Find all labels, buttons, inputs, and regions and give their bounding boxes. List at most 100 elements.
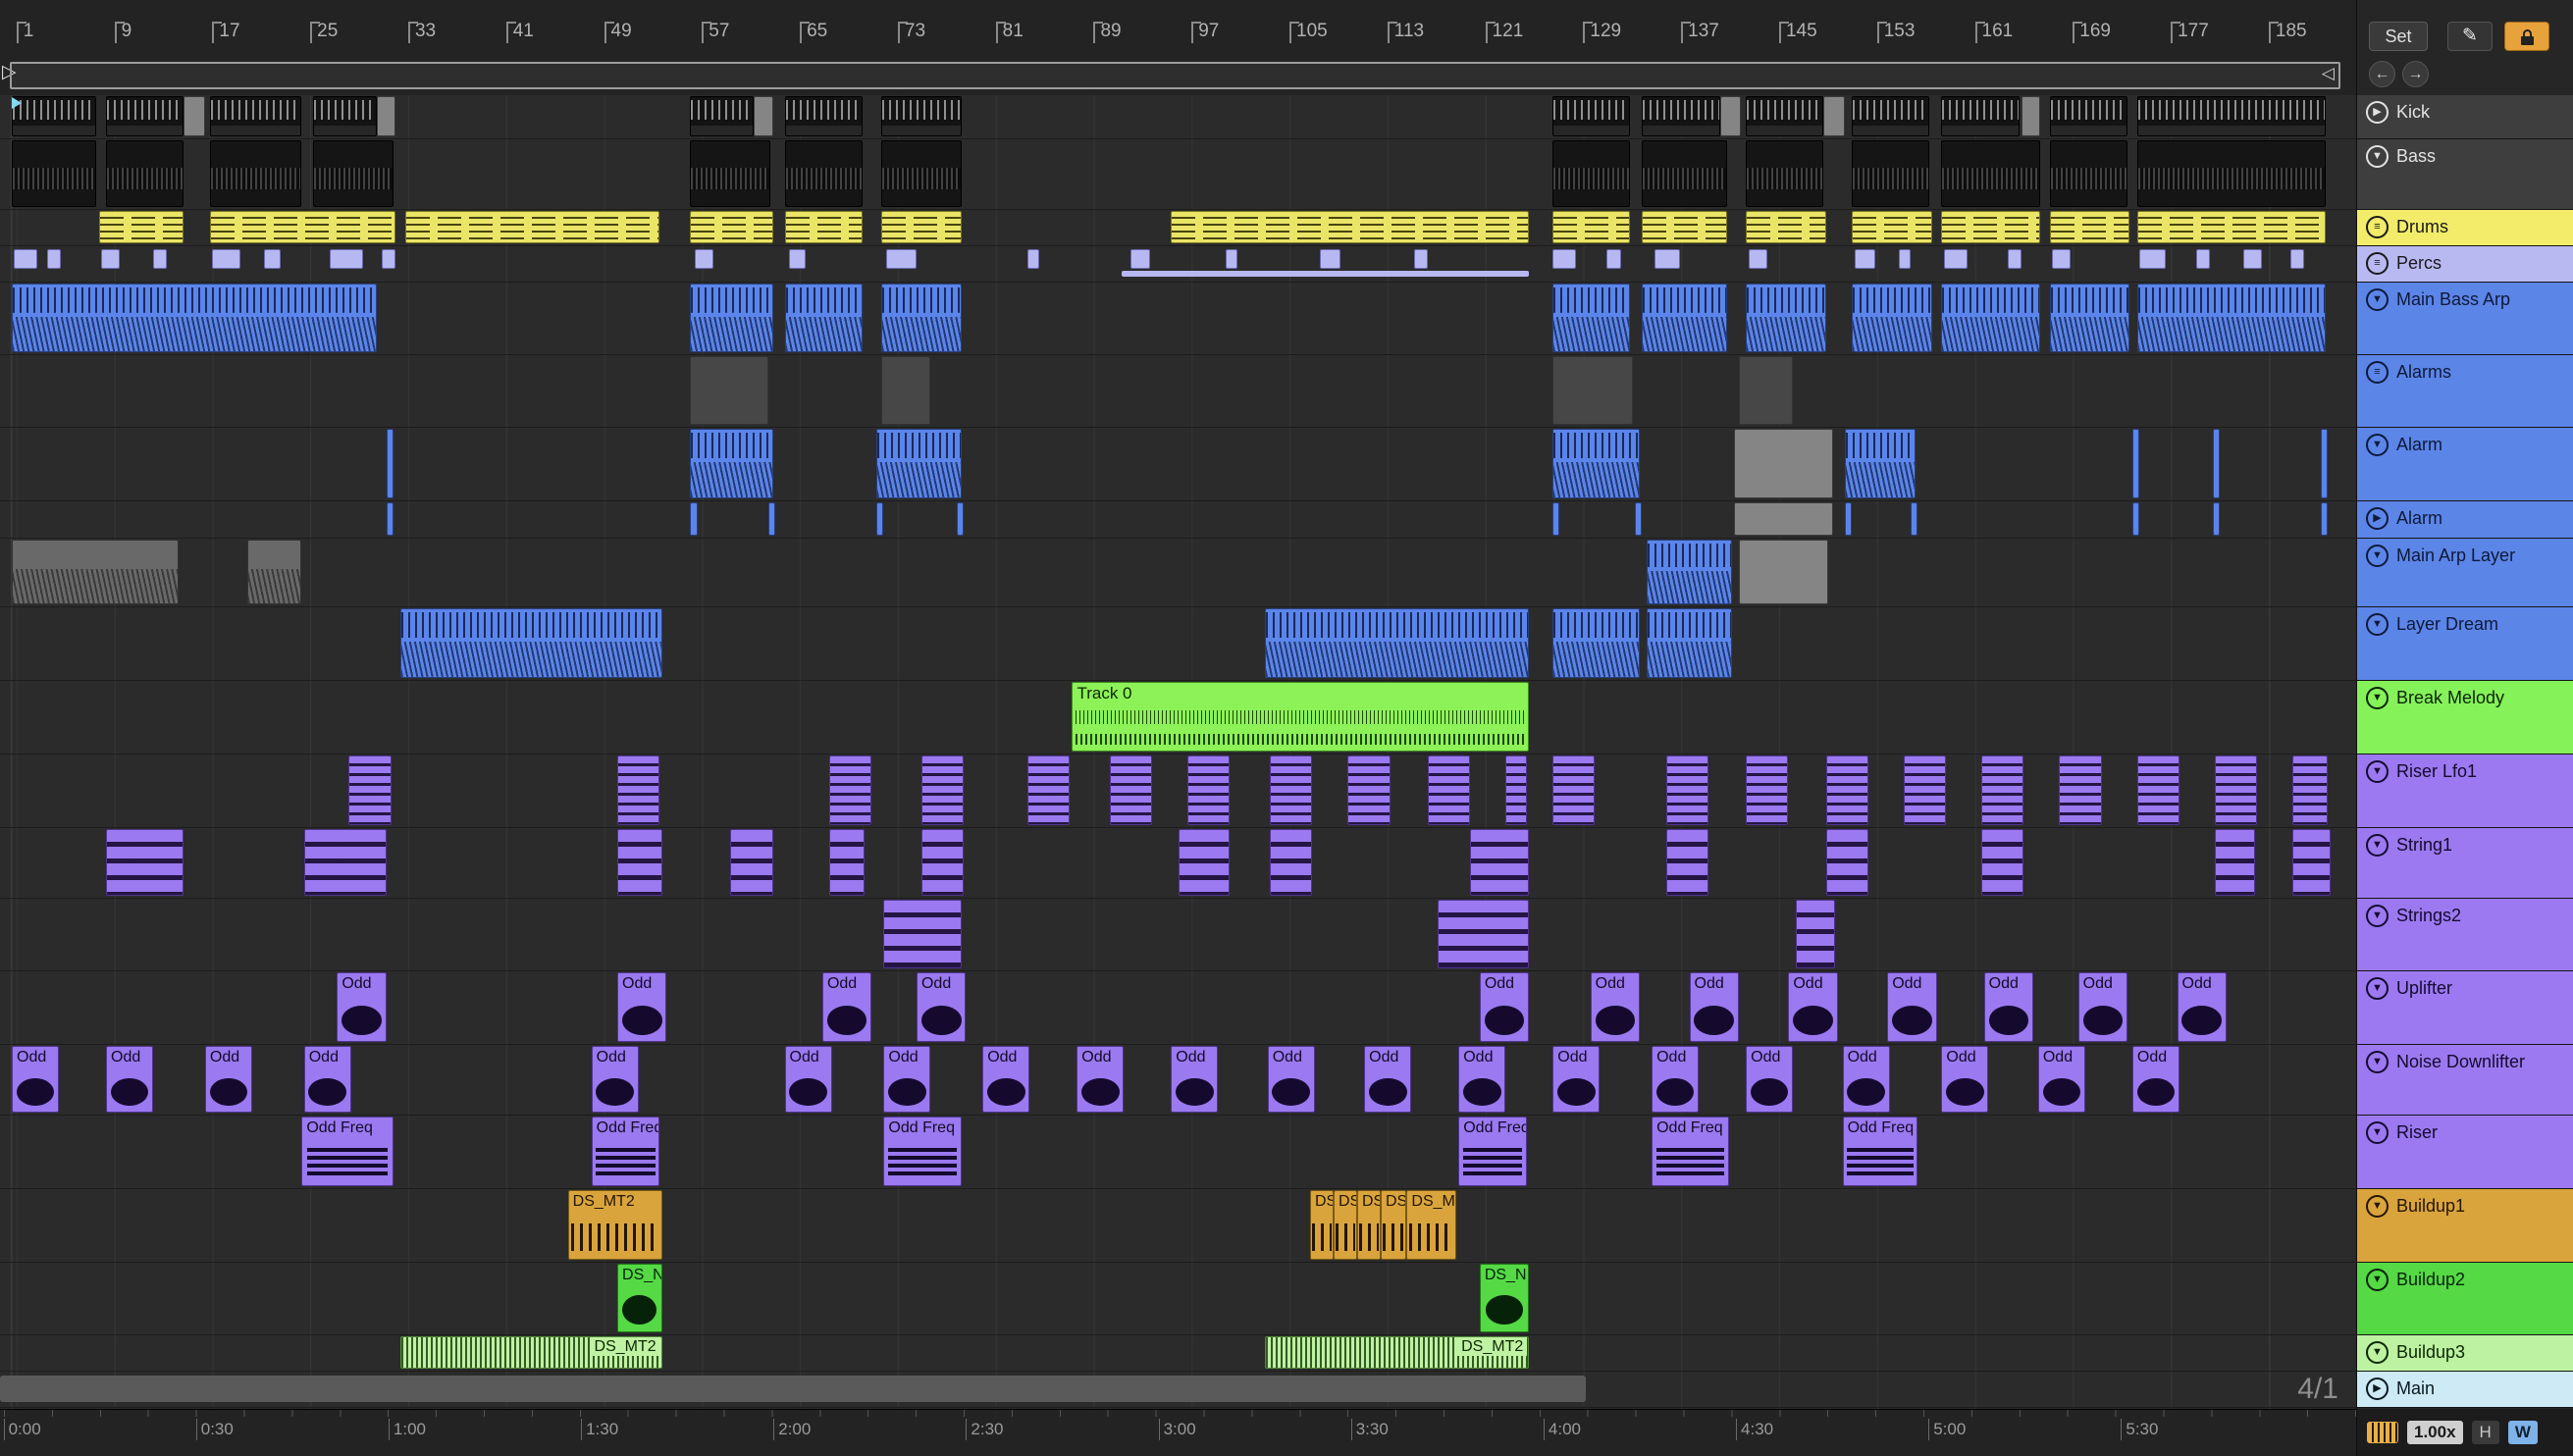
clip[interactable] [1746,96,1824,136]
clip[interactable]: Odd [337,972,387,1042]
clip[interactable]: Odd [1364,1046,1412,1113]
track-header-main[interactable]: ▶ Main [2357,1372,2573,1408]
clip[interactable] [1171,211,1530,243]
clip[interactable]: Odd [1788,972,1838,1042]
clip[interactable] [784,140,863,207]
clip[interactable] [2136,211,2326,243]
clip[interactable] [2136,755,2179,825]
clip[interactable] [1121,271,1530,277]
clip[interactable] [1319,249,1341,269]
clip[interactable]: Odd [204,1046,252,1113]
clip[interactable] [1748,249,1767,269]
clip[interactable]: Odd [591,1046,639,1113]
clip[interactable] [2136,140,2326,207]
clip[interactable]: Odd Freq [1458,1117,1527,1186]
track-fold-icon[interactable]: ▼ [2366,613,2389,636]
clip[interactable] [2292,829,2331,896]
clip[interactable] [1738,356,1794,425]
clip[interactable]: DS_MT2 [400,1336,662,1369]
clip[interactable] [1746,755,1789,825]
clip[interactable] [754,96,773,136]
track-fold-icon[interactable]: ▼ [2366,145,2389,168]
clip[interactable] [2139,249,2166,269]
clip[interactable] [1552,502,1560,536]
arrangement-overview[interactable]: ▷ ◁ [0,57,2356,95]
clip[interactable] [1470,829,1530,896]
clip[interactable] [1844,502,1853,536]
clip[interactable]: Odd [1552,1046,1601,1113]
clip[interactable]: DS_N [1479,1264,1530,1332]
track-header-uplifter[interactable]: ▼ Uplifter [2357,971,2573,1045]
clip[interactable] [690,96,755,136]
track-row-riser-lfo1[interactable] [0,754,2356,828]
clip[interactable] [330,249,363,269]
clip[interactable] [1270,829,1313,896]
clip[interactable]: Odd [784,1046,832,1113]
clip[interactable]: Odd Freq [591,1117,660,1186]
track-fold-icon[interactable]: ▼ [2366,1269,2389,1291]
clip[interactable] [1265,608,1530,678]
clip[interactable] [617,829,662,896]
track-fold-icon[interactable]: ▼ [2366,760,2389,783]
clip[interactable] [2136,284,2326,352]
clip[interactable] [209,211,396,243]
clip[interactable] [1642,284,1727,352]
clip[interactable] [1941,140,2041,207]
clip[interactable] [400,608,662,678]
clip[interactable] [2131,502,2140,536]
clip[interactable]: Odd [1983,972,2034,1042]
clip[interactable] [690,429,773,498]
clip[interactable] [880,96,962,136]
midi-keyboard-icon[interactable] [2367,1422,2398,1443]
clip[interactable] [1026,755,1071,825]
track-row-string1[interactable] [0,828,2356,899]
clip[interactable] [1795,900,1836,968]
clip[interactable] [1178,829,1231,896]
clip[interactable] [2049,96,2128,136]
clip[interactable] [1941,96,2020,136]
bar-ruler[interactable]: 1 9 17 25 33 41 49 57 65 73 81 89 97 105 113 121 129 137 1… [0,0,2356,57]
clip[interactable] [1552,140,1631,207]
clip[interactable] [1270,755,1313,825]
track-header-string1[interactable]: ▼ String1 [2357,828,2573,899]
clip[interactable] [1719,96,1742,136]
clip[interactable]: DS [1356,1190,1381,1260]
clip[interactable] [2212,502,2220,536]
clip[interactable] [1665,829,1708,896]
track-header-percs[interactable]: ≡ Percs [2357,246,2573,283]
clip[interactable] [2195,249,2211,269]
clip[interactable] [1943,249,1968,269]
clip[interactable] [2049,140,2128,207]
track-header-main-bass-arp[interactable]: ▼ Main Bass Arp [2357,283,2573,355]
track-header-layer-dream[interactable]: ▼ Layer Dream [2357,607,2573,681]
clip[interactable] [876,502,884,536]
track-row-main[interactable]: 4/1 [0,1372,2356,1408]
clip[interactable]: DS [1380,1190,1407,1260]
clip[interactable] [1746,211,1826,243]
track-header-main-arp-layer[interactable]: ▼ Main Arp Layer [2357,539,2573,607]
clip[interactable] [1941,211,2041,243]
track-header-alarms[interactable]: ≡ Alarms [2357,355,2573,428]
clip[interactable] [1642,96,1720,136]
clip[interactable] [1187,755,1231,825]
clip[interactable] [1941,284,2041,352]
forward-button[interactable]: → [2402,61,2429,87]
track-header-drums[interactable]: ≡ Drums [2357,210,2573,246]
track-row-main-arp-layer[interactable] [0,539,2356,607]
track-row-buildup2[interactable]: DS_N DS_N [0,1263,2356,1335]
clip[interactable]: Odd [1458,1046,1506,1113]
clip[interactable] [1746,284,1826,352]
clip[interactable] [2136,96,2326,136]
clip[interactable] [2320,429,2329,498]
clip[interactable]: Odd [12,1046,60,1113]
clip[interactable]: Odd [1076,1046,1125,1113]
clip[interactable] [12,284,378,352]
track-row-drums[interactable] [0,210,2356,246]
clip[interactable] [386,429,394,498]
track-fold-icon[interactable]: ▼ [2366,1051,2389,1073]
track-fold-icon[interactable]: ▼ [2366,687,2389,709]
clip[interactable] [1505,755,1527,825]
clip[interactable] [1844,429,1916,498]
clip[interactable]: Odd [1590,972,1641,1042]
clip[interactable]: Odd [1171,1046,1219,1113]
